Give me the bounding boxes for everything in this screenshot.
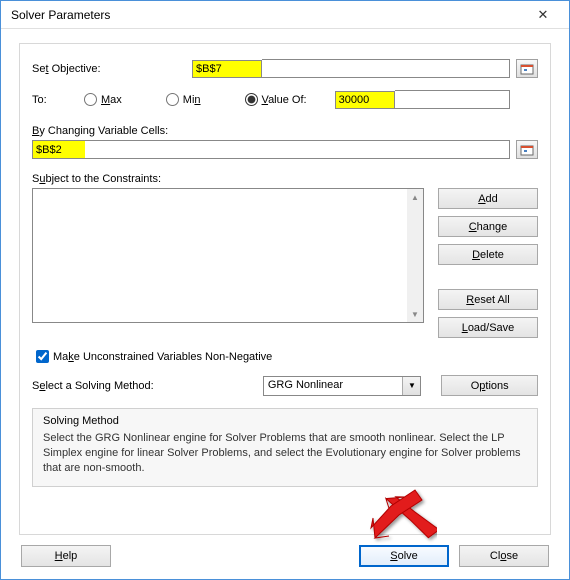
radio-min[interactable]: Min [166,93,201,106]
reset-all-button[interactable]: Reset All [438,289,538,310]
scroll-up-icon[interactable]: ▲ [407,189,423,205]
objective-input-ext[interactable] [262,59,510,78]
close-button[interactable]: Close [459,545,549,567]
add-button[interactable]: Add [438,188,538,209]
delete-button[interactable]: Delete [438,244,538,265]
method-select[interactable]: GRG Nonlinear ▼ [263,376,422,396]
solver-dialog: Solver Parameters ✕ Set Objective: To: M… [0,0,570,580]
window-title: Solver Parameters [11,8,523,22]
valueof-input-ext[interactable] [395,90,510,109]
solve-button[interactable]: Solve [359,545,449,567]
cells-input-ext[interactable] [85,141,509,158]
help-button[interactable]: Help [21,545,111,567]
range-picker-icon[interactable] [516,140,538,159]
close-icon[interactable]: ✕ [523,1,563,29]
info-text: Select the GRG Nonlinear engine for Solv… [43,431,527,476]
radio-valueof[interactable]: Value Of: [245,93,307,106]
set-objective-label: Set Objective: [32,63,192,75]
constraints-label: Subject to the Constraints: [32,173,538,185]
solving-method-info: Solving Method Select the GRG Nonlinear … [32,408,538,487]
cells-label: By Changing Variable Cells: [32,125,538,137]
chevron-down-icon: ▼ [402,377,420,395]
to-label: To: [32,94,84,106]
method-selected-text: GRG Nonlinear [264,377,403,395]
options-button[interactable]: Options [441,375,538,396]
radio-max[interactable]: Max [84,93,122,106]
change-button[interactable]: Change [438,216,538,237]
scroll-down-icon[interactable]: ▼ [407,306,423,322]
load-save-button[interactable]: Load/Save [438,317,538,338]
titlebar: Solver Parameters ✕ [1,1,569,29]
objective-input[interactable] [192,60,262,78]
cells-input[interactable] [33,141,85,158]
range-picker-icon[interactable] [516,59,538,78]
scrollbar[interactable]: ▲ ▼ [407,189,423,322]
valueof-input[interactable] [335,91,395,109]
unconstrained-checkbox[interactable]: Make Unconstrained Variables Non-Negativ… [36,350,538,363]
constraints-list[interactable]: ▲ ▼ [32,188,424,323]
method-label: Select a Solving Method: [32,380,253,392]
info-title: Solving Method [43,415,527,427]
